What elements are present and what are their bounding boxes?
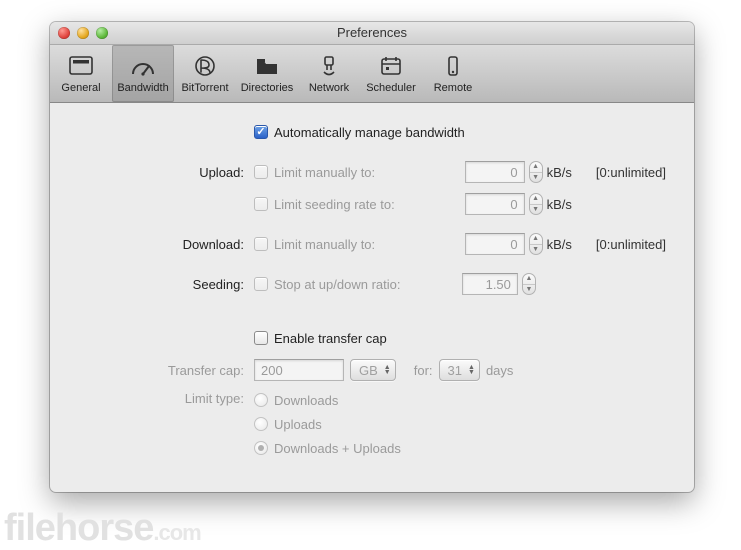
unit-label: kB/s — [547, 165, 572, 180]
network-icon — [314, 53, 344, 79]
titlebar[interactable]: Preferences — [50, 22, 694, 45]
download-section-label: Download: — [78, 237, 254, 252]
download-limit-checkbox[interactable] — [254, 237, 268, 251]
radio-label: Downloads + Uploads — [274, 441, 401, 456]
tab-label: Bandwidth — [117, 82, 168, 94]
limit-type-both-radio[interactable] — [254, 441, 268, 455]
tab-label: General — [61, 82, 100, 94]
transfer-cap-unit-select[interactable]: GB ▲▼ — [350, 359, 396, 381]
window-title: Preferences — [337, 25, 407, 40]
toolbar: General Bandwidth BitTorrent Directories… — [50, 45, 694, 103]
seeding-rate-checkbox[interactable] — [254, 197, 268, 211]
unit-label: kB/s — [547, 197, 572, 212]
seeding-rate-label: Limit seeding rate to: — [274, 197, 395, 212]
seeding-rate-input[interactable] — [465, 193, 525, 215]
limit-type-downloads-radio[interactable] — [254, 393, 268, 407]
tab-directories[interactable]: Directories — [236, 45, 298, 102]
tab-label: Remote — [434, 82, 473, 94]
window-controls — [58, 27, 108, 39]
tab-scheduler[interactable]: Scheduler — [360, 45, 422, 102]
select-arrows-icon: ▲▼ — [384, 365, 391, 375]
upload-limit-checkbox[interactable] — [254, 165, 268, 179]
preferences-window: Preferences General Bandwidth BitTorrent… — [50, 22, 694, 492]
scheduler-icon — [376, 53, 406, 79]
tab-bandwidth[interactable]: Bandwidth — [112, 45, 174, 102]
radio-label: Downloads — [274, 393, 338, 408]
upload-limit-input[interactable] — [465, 161, 525, 183]
tab-label: BitTorrent — [181, 82, 228, 94]
transfer-cap-label: Transfer cap: — [78, 363, 254, 378]
close-button[interactable] — [58, 27, 70, 39]
download-limit-label: Limit manually to: — [274, 237, 375, 252]
watermark: filehorse.com — [4, 507, 201, 550]
tab-general[interactable]: General — [50, 45, 112, 102]
tab-bittorrent[interactable]: BitTorrent — [174, 45, 236, 102]
content-pane: Automatically manage bandwidth Upload: L… — [50, 103, 694, 481]
bittorrent-icon — [190, 53, 220, 79]
upload-limit-stepper[interactable]: ▲▼ — [529, 161, 543, 183]
remote-icon — [438, 53, 468, 79]
upload-limit-label: Limit manually to: — [274, 165, 375, 180]
bandwidth-icon — [128, 53, 158, 79]
auto-manage-checkbox[interactable] — [254, 125, 268, 139]
for-days-select[interactable]: 31 ▲▼ — [439, 359, 480, 381]
seeding-section-label: Seeding: — [78, 277, 254, 292]
minimize-button[interactable] — [77, 27, 89, 39]
transfer-cap-input[interactable] — [254, 359, 344, 381]
limit-type-uploads-radio[interactable] — [254, 417, 268, 431]
download-hint: [0:unlimited] — [596, 237, 666, 252]
limit-type-label: Limit type: — [78, 389, 254, 406]
seeding-stop-checkbox[interactable] — [254, 277, 268, 291]
download-limit-input[interactable] — [465, 233, 525, 255]
general-icon — [66, 53, 96, 79]
tab-remote[interactable]: Remote — [422, 45, 484, 102]
tab-label: Directories — [241, 82, 294, 94]
download-limit-stepper[interactable]: ▲▼ — [529, 233, 543, 255]
tab-label: Network — [309, 82, 349, 94]
seeding-ratio-stepper[interactable]: ▲▼ — [522, 273, 536, 295]
unit-label: kB/s — [547, 237, 572, 252]
tab-label: Scheduler — [366, 82, 416, 94]
enable-cap-checkbox[interactable] — [254, 331, 268, 345]
folder-icon — [252, 53, 282, 79]
select-arrows-icon: ▲▼ — [468, 365, 475, 375]
enable-cap-label: Enable transfer cap — [274, 331, 387, 346]
tab-network[interactable]: Network — [298, 45, 360, 102]
auto-manage-label: Automatically manage bandwidth — [274, 125, 465, 140]
seeding-rate-stepper[interactable]: ▲▼ — [529, 193, 543, 215]
zoom-button[interactable] — [96, 27, 108, 39]
for-label: for: — [414, 363, 433, 378]
seeding-ratio-input[interactable] — [462, 273, 518, 295]
seeding-stop-label: Stop at up/down ratio: — [274, 277, 400, 292]
select-value: GB — [359, 363, 378, 378]
radio-label: Uploads — [274, 417, 322, 432]
upload-section-label: Upload: — [78, 165, 254, 180]
upload-hint: [0:unlimited] — [596, 165, 666, 180]
select-value: 31 — [448, 363, 462, 378]
days-label: days — [486, 363, 513, 378]
